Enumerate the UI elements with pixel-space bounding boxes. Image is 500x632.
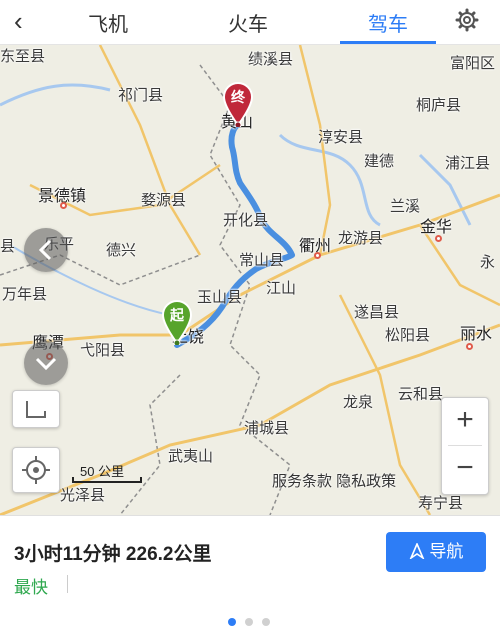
expand-button[interactable] [24, 341, 68, 385]
scale-bar [72, 477, 142, 483]
city-dot [314, 252, 321, 259]
tab-drive[interactable]: 驾车 [368, 8, 408, 37]
gear-icon[interactable] [455, 8, 479, 32]
collapse-button[interactable] [24, 228, 68, 272]
place-label: 建德 [364, 153, 395, 170]
start-marker[interactable]: 起 [161, 299, 193, 345]
place-label: 龙泉 [343, 394, 374, 411]
place-label: 绩溪县 [248, 51, 294, 68]
place-label: 常山县 [239, 252, 285, 269]
place-label: 光泽县 [60, 487, 106, 504]
route-summary: 3小时11分钟 226.2公里 [14, 544, 212, 565]
place-label: 浦城县 [244, 420, 290, 437]
place-label: 淳安县 [318, 129, 364, 146]
start-marker-label: 起 [170, 307, 184, 323]
place-label: 龙游县 [338, 230, 384, 247]
place-label: 丽水 [460, 326, 493, 343]
place-label: 浦江县 [445, 155, 491, 172]
place-label: 云和县 [398, 386, 444, 403]
place-label: 德兴 [106, 242, 137, 259]
page-dot[interactable] [245, 618, 253, 626]
page-dot[interactable] [262, 618, 270, 626]
end-marker[interactable]: 终 [222, 81, 254, 127]
place-label: 桐庐县 [416, 97, 462, 114]
tab-flight[interactable]: 飞机 [88, 8, 128, 37]
zoom-in-button[interactable]: + [442, 398, 488, 442]
route-panel[interactable]: 3小时11分钟 226.2公里 最快 导航 [0, 515, 500, 632]
place-label: 遂昌县 [354, 304, 400, 321]
locate-icon [22, 456, 50, 484]
route-line[interactable] [174, 122, 295, 348]
place-label: 东至县 [0, 48, 46, 65]
active-tab-indicator [340, 41, 436, 44]
locate-button[interactable] [12, 447, 60, 493]
place-label: 江山 [266, 280, 297, 297]
page-indicator [228, 613, 279, 631]
place-label: 寿宁县 [418, 495, 464, 512]
layers-button[interactable] [12, 390, 60, 428]
city-dot [60, 202, 67, 209]
zoom-out-button[interactable]: − [442, 446, 488, 490]
chevron-left-icon[interactable]: ‹ [14, 6, 23, 37]
place-label: 永 [480, 254, 496, 271]
navigate-label: 导航 [429, 542, 464, 561]
navigate-arrow-icon [408, 541, 425, 561]
place-label: 万年县 [2, 286, 48, 303]
place-label: 县 [0, 238, 16, 255]
divider [67, 575, 68, 593]
navigate-button[interactable]: 导航 [386, 532, 486, 572]
route-tag: 最快 [14, 578, 48, 597]
end-marker-label: 终 [231, 89, 245, 105]
chevron-down-icon [35, 357, 57, 371]
place-label: 玉山县 [197, 289, 243, 306]
place-label: 武夷山 [168, 448, 214, 465]
chevron-left-icon [38, 239, 52, 261]
legal-links[interactable]: 服务条款 隐私政策 [272, 470, 396, 491]
place-label: 开化县 [223, 212, 269, 229]
city-dot [435, 235, 442, 242]
place-label: 弋阳县 [80, 342, 126, 359]
zoom-control: + − [441, 397, 489, 495]
place-label: 金华 [420, 219, 453, 236]
place-label: 祁门县 [118, 87, 164, 104]
tab-train[interactable]: 火车 [228, 8, 268, 37]
place-label: 富阳区 [450, 55, 496, 72]
place-label: 松阳县 [385, 327, 431, 344]
city-dot [466, 343, 473, 350]
top-bar: ‹ 飞机 火车 驾车 [0, 0, 500, 45]
page-dot[interactable] [228, 618, 236, 626]
place-label: 婺源县 [141, 192, 187, 209]
map-view[interactable]: 东至县 绩溪县 富阳区 祁门县 黄山 桐庐县 淳安县 建德 浦江县 景德镇 婺源… [0, 45, 500, 515]
layers-icon [26, 401, 46, 418]
place-label: 兰溪 [390, 198, 421, 215]
